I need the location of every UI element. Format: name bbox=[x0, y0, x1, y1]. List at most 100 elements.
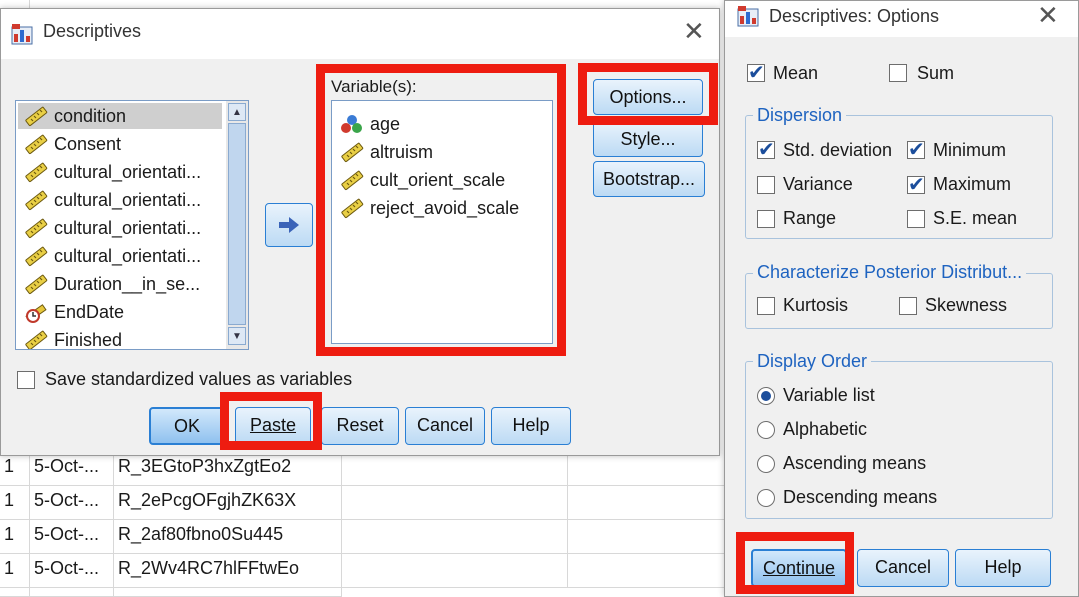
cancel-button[interactable]: Cancel bbox=[405, 407, 485, 445]
grid-cell[interactable] bbox=[568, 486, 728, 520]
grid-cell-date[interactable]: 5-Oct-... bbox=[30, 554, 114, 588]
list-item[interactable]: reject_avoid_scale bbox=[336, 195, 536, 221]
list-item[interactable]: age bbox=[336, 111, 536, 137]
grid-cell[interactable] bbox=[568, 554, 728, 588]
skewness-label: Skewness bbox=[925, 295, 1008, 315]
list-item[interactable]: Duration__in_se... bbox=[20, 271, 220, 297]
list-item[interactable]: EndDate bbox=[20, 299, 220, 325]
variable-list-label: Variable list bbox=[783, 385, 875, 405]
list-item[interactable]: cult_orient_scale bbox=[336, 167, 536, 193]
grid-cell-id[interactable]: R_2Wv4RC7hlFFtwEo bbox=[114, 554, 342, 588]
dialog-title: Descriptives: Options bbox=[769, 6, 940, 26]
list-item-label: Finished bbox=[54, 330, 123, 350]
minimum-checkbox[interactable] bbox=[907, 137, 925, 161]
std-deviation-checkbox[interactable] bbox=[757, 137, 775, 161]
options-help-button[interactable]: Help bbox=[955, 549, 1051, 587]
continue-button-label: Continue bbox=[762, 558, 836, 578]
bootstrap-button-label: Bootstrap... bbox=[602, 169, 696, 189]
grid-cell-id[interactable]: R_2af80fbno0Su445 bbox=[114, 520, 342, 554]
grid-cell bbox=[114, 588, 342, 597]
scale-ruler-icon bbox=[341, 142, 364, 163]
options-cancel-button-label: Cancel bbox=[874, 557, 932, 577]
save-standardized-checkbox[interactable] bbox=[17, 371, 35, 389]
target-variable-list[interactable]: age altruism cult_orient_scale reject_avoid… bbox=[331, 100, 553, 344]
minimum-label: Minimum bbox=[933, 140, 1007, 160]
grid-cell[interactable] bbox=[342, 486, 568, 520]
list-item[interactable]: Consent bbox=[20, 131, 220, 157]
move-to-variables-button[interactable] bbox=[265, 203, 313, 247]
reset-button-label: Reset bbox=[336, 415, 384, 435]
scale-ruler-icon bbox=[25, 190, 48, 211]
options-button[interactable]: Options... bbox=[593, 79, 703, 115]
list-item-label: condition bbox=[54, 106, 127, 126]
options-cancel-button[interactable]: Cancel bbox=[857, 549, 949, 587]
list-item[interactable]: cultural_orientati... bbox=[20, 159, 220, 185]
list-item-label: altruism bbox=[370, 142, 434, 162]
grid-cell[interactable] bbox=[568, 520, 728, 554]
list-item[interactable]: Finished bbox=[20, 327, 220, 350]
display-order-title: Display Order bbox=[753, 351, 872, 372]
descriptives-dialog: Descriptives ✕ condition Consent cultural_… bbox=[0, 8, 720, 456]
list-item-label: cultural_orientati... bbox=[54, 246, 202, 266]
date-clock-icon bbox=[25, 304, 47, 323]
variable-list-radio[interactable] bbox=[757, 387, 775, 405]
list-item[interactable]: cultural_orientati... bbox=[20, 215, 220, 241]
paste-button-label: Paste bbox=[249, 415, 297, 435]
list-item-label: Duration__in_se... bbox=[54, 274, 201, 294]
kurtosis-checkbox[interactable] bbox=[757, 297, 775, 315]
scroll-up-arrow-icon[interactable]: ▲ bbox=[228, 103, 246, 121]
style-button[interactable]: Style... bbox=[593, 121, 703, 157]
grid-cell[interactable] bbox=[568, 452, 728, 486]
grid-cell[interactable] bbox=[342, 520, 568, 554]
continue-button[interactable]: Continue bbox=[751, 549, 847, 587]
grid-cell[interactable] bbox=[342, 554, 568, 588]
cancel-button-label: Cancel bbox=[416, 415, 474, 435]
scale-ruler-icon bbox=[25, 330, 48, 349]
descending-means-radio[interactable] bbox=[757, 489, 775, 507]
style-button-label: Style... bbox=[620, 129, 676, 149]
close-icon[interactable]: ✕ bbox=[1037, 1, 1059, 31]
reset-button[interactable]: Reset bbox=[321, 407, 399, 445]
grid-cell-date[interactable]: 5-Oct-... bbox=[30, 520, 114, 554]
alphabetic-radio[interactable] bbox=[757, 421, 775, 439]
scroll-down-arrow-icon[interactable]: ▼ bbox=[228, 327, 246, 345]
grid-cell bbox=[30, 588, 114, 597]
std-deviation-label: Std. deviation bbox=[783, 140, 893, 160]
range-checkbox[interactable] bbox=[757, 210, 775, 228]
maximum-checkbox[interactable] bbox=[907, 172, 925, 196]
mean-checkbox[interactable] bbox=[747, 60, 765, 84]
sum-checkbox[interactable] bbox=[889, 64, 907, 82]
move-right-arrow-icon bbox=[279, 217, 299, 233]
options-dialog: Descriptives: Options ✕ Mean Sum Dispers… bbox=[724, 0, 1079, 597]
bootstrap-button[interactable]: Bootstrap... bbox=[593, 161, 705, 197]
grid-cell-date[interactable]: 5-Oct-... bbox=[30, 452, 114, 486]
variance-checkbox[interactable] bbox=[757, 176, 775, 194]
scroll-thumb[interactable] bbox=[228, 123, 246, 325]
skewness-checkbox[interactable] bbox=[899, 297, 917, 315]
close-icon[interactable]: ✕ bbox=[683, 17, 705, 47]
ascending-means-radio[interactable] bbox=[757, 455, 775, 473]
source-variable-list[interactable]: condition Consent cultural_orientati... cul… bbox=[15, 100, 249, 350]
grid-cell-id[interactable]: R_2ePcgOFgjhZK63X bbox=[114, 486, 342, 520]
row-number: 1 bbox=[0, 520, 30, 554]
paste-button[interactable]: Paste bbox=[235, 407, 311, 445]
list-item-label: Consent bbox=[54, 134, 122, 154]
list-item[interactable]: condition bbox=[20, 103, 220, 129]
se-mean-checkbox[interactable] bbox=[907, 210, 925, 228]
save-standardized-label: Save standardized values as variables bbox=[45, 369, 353, 389]
title-bar: Descriptives ✕ bbox=[1, 9, 719, 59]
grid-cell-id[interactable]: R_3EGtoP3hxZgtEo2 bbox=[114, 452, 342, 486]
sum-label: Sum bbox=[917, 63, 955, 83]
list-item[interactable]: altruism bbox=[336, 139, 536, 165]
ascending-means-label: Ascending means bbox=[783, 453, 927, 473]
alphabetic-label: Alphabetic bbox=[783, 419, 868, 439]
options-help-button-label: Help bbox=[984, 557, 1022, 577]
scrollbar[interactable]: ▲ ▼ bbox=[226, 101, 248, 349]
scale-ruler-icon bbox=[25, 218, 48, 239]
help-button[interactable]: Help bbox=[491, 407, 571, 445]
list-item[interactable]: cultural_orientati... bbox=[20, 187, 220, 213]
grid-cell-date[interactable]: 5-Oct-... bbox=[30, 486, 114, 520]
list-item[interactable]: cultural_orientati... bbox=[20, 243, 220, 269]
grid-cell[interactable] bbox=[342, 452, 568, 486]
ok-button[interactable]: OK bbox=[149, 407, 225, 445]
